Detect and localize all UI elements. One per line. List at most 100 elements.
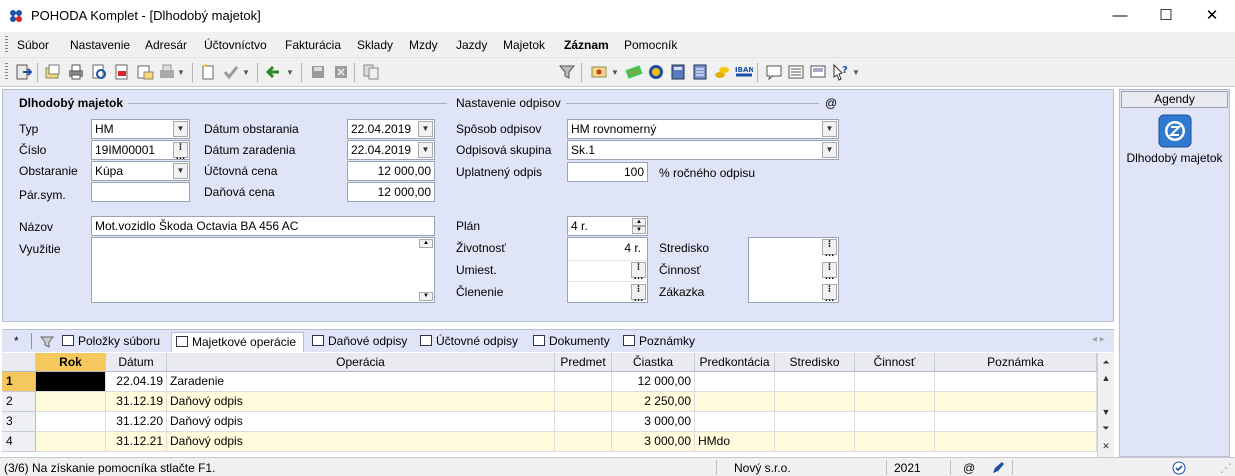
cell-poznamka[interactable]	[935, 372, 1097, 392]
menu-pomocnik[interactable]: Pomocník	[624, 38, 677, 52]
cell-predkontacia[interactable]	[695, 372, 775, 392]
tab-star[interactable]: *	[6, 332, 28, 352]
print-icon[interactable]	[67, 63, 85, 81]
copy-icon[interactable]	[362, 63, 380, 81]
cell-datum[interactable]: 31.12.20	[106, 412, 167, 432]
tab-poznamky[interactable]: Poznámky	[619, 332, 701, 352]
cell-ciastka[interactable]: 3 000,00	[612, 412, 695, 432]
menu-adresar[interactable]: Adresár	[145, 38, 187, 52]
cell-operacia[interactable]: Daňový odpis	[167, 412, 555, 432]
spin-down-icon[interactable]: ▼	[632, 226, 646, 234]
minimize-button[interactable]: —	[1097, 0, 1143, 32]
scroll-up-icon[interactable]: ▲	[1098, 371, 1114, 385]
cell-predmet[interactable]	[555, 372, 612, 392]
sposob-odpisov-select[interactable]: HM rovnomerný ▼	[567, 119, 839, 139]
cell-datum[interactable]: 22.04.19	[106, 372, 167, 392]
row-number[interactable]: 1	[2, 372, 36, 392]
cell-ciastka[interactable]: 12 000,00	[612, 372, 695, 392]
uctovna-cena-field[interactable]: 12 000,00	[347, 161, 435, 181]
cell-datum[interactable]: 31.12.19	[106, 392, 167, 412]
check-dropdown-icon[interactable]: ▼	[242, 68, 250, 77]
col-header-rok[interactable]: Rok	[36, 353, 106, 372]
spin-up-icon[interactable]: ▲	[632, 218, 646, 226]
parsym-field[interactable]	[91, 182, 190, 202]
tab-polozky-suboru[interactable]: Položky súboru	[58, 332, 170, 352]
message-icon[interactable]	[765, 63, 783, 81]
col-header-predkontacia[interactable]: Predkontácia	[695, 353, 775, 372]
euro-icon[interactable]	[647, 63, 665, 81]
cell-stredisko[interactable]	[775, 432, 855, 452]
scroll-down-icon[interactable]: ▼	[1098, 405, 1114, 419]
print-preview-icon[interactable]	[90, 63, 108, 81]
cell-cinnost[interactable]	[855, 372, 935, 392]
cell-predkontacia[interactable]	[695, 412, 775, 432]
col-header-operacia[interactable]: Operácia	[167, 353, 555, 372]
nazov-field[interactable]: Mot.vozidlo Škoda Octavia BA 456 AC	[91, 216, 435, 236]
scroll-up-icon[interactable]: ▲	[419, 239, 433, 248]
col-header-datum[interactable]: Dátum	[106, 353, 167, 372]
col-header-poznamka[interactable]: Poznámka	[935, 353, 1097, 372]
cell-predmet[interactable]	[555, 392, 612, 412]
cell-rok[interactable]	[36, 372, 106, 392]
tab-filter[interactable]	[36, 332, 56, 352]
chevron-down-icon[interactable]: ▼	[173, 121, 188, 137]
cinnost-ellipsis-icon[interactable]: ⁝…	[822, 262, 837, 282]
odpisova-skupina-select[interactable]: Sk.1 ▼	[567, 140, 839, 160]
col-header-predmet[interactable]: Predmet	[555, 353, 612, 372]
menu-jazdy[interactable]: Jazdy	[456, 38, 487, 52]
scroll-down-icon[interactable]: ▼	[419, 292, 433, 301]
cell-poznamka[interactable]	[935, 412, 1097, 432]
stredisko-cinnost-zakazka-block[interactable]: ⁝… ⁝… ⁝…	[748, 237, 839, 304]
ellipsis-icon[interactable]: ⁝…	[173, 142, 188, 159]
email-export-icon[interactable]	[136, 63, 154, 81]
cell-poznamka[interactable]	[935, 432, 1097, 452]
menu-majetok[interactable]: Majetok	[503, 38, 545, 52]
cell-stredisko[interactable]	[775, 392, 855, 412]
coins-icon[interactable]	[713, 63, 731, 81]
dlhodoby-majetok-icon[interactable]	[1158, 114, 1192, 148]
documents-icon[interactable]	[590, 63, 608, 81]
collapse-icon[interactable]: ✕	[1098, 439, 1114, 453]
exit-agenda-icon[interactable]	[14, 63, 32, 81]
status-at-icon[interactable]: @	[963, 461, 975, 475]
filter-icon[interactable]	[558, 63, 576, 81]
cell-rok[interactable]	[36, 392, 106, 412]
cell-predmet[interactable]	[555, 412, 612, 432]
cell-predkontacia[interactable]	[695, 392, 775, 412]
help-icon[interactable]: ?	[831, 63, 849, 81]
resize-grip-icon[interactable]: ⋰	[1220, 461, 1232, 475]
cell-predmet[interactable]	[555, 432, 612, 452]
back-arrow-icon[interactable]	[264, 63, 282, 81]
status-ok-icon[interactable]	[1172, 461, 1186, 476]
close-button[interactable]: ✕	[1189, 0, 1235, 32]
grid-scrollbar[interactable]: ⏶ ▲ ▼ ⏷ ✕	[1097, 353, 1114, 457]
zakazka-ellipsis-icon[interactable]: ⁝…	[822, 284, 837, 304]
row-number[interactable]: 3	[2, 412, 36, 432]
cislo-field[interactable]: 19IM00001 ⁝…	[91, 140, 190, 160]
notes-icon[interactable]	[809, 63, 827, 81]
open-icon[interactable]	[44, 63, 62, 81]
menu-zaznam[interactable]: Záznam	[564, 38, 609, 52]
cell-operacia[interactable]: Zaradenie	[167, 372, 555, 392]
chevron-down-icon[interactable]: ▼	[822, 121, 837, 137]
menu-mzdy[interactable]: Mzdy	[409, 38, 438, 52]
cancel-edit-icon[interactable]	[332, 63, 350, 81]
documents-dropdown-icon[interactable]: ▼	[611, 68, 619, 77]
tab-scroll-arrows[interactable]: ◂ ▸	[1092, 334, 1105, 345]
agendy-item-dlhodoby-majetok[interactable]: Dlhodobý majetok	[1119, 151, 1230, 165]
cell-cinnost[interactable]	[855, 392, 935, 412]
chevron-down-icon[interactable]: ▼	[822, 142, 837, 158]
clenenie-ellipsis-icon[interactable]: ⁝…	[631, 284, 646, 304]
list-icon[interactable]	[787, 63, 805, 81]
cell-rok[interactable]	[36, 412, 106, 432]
danova-cena-field[interactable]: 12 000,00	[347, 182, 435, 202]
col-header-stredisko[interactable]: Stredisko	[775, 353, 855, 372]
row-number[interactable]: 2	[2, 392, 36, 412]
fax-icon[interactable]	[158, 63, 176, 81]
cell-stredisko[interactable]	[775, 412, 855, 432]
back-dropdown-icon[interactable]: ▼	[286, 68, 294, 77]
menu-nastavenie[interactable]: Nastavenie	[70, 38, 130, 52]
chevron-down-icon[interactable]: ▼	[418, 142, 433, 158]
cell-ciastka[interactable]: 3 000,00	[612, 432, 695, 452]
tab-uctovne-odpisy[interactable]: Účtovné odpisy	[416, 332, 523, 352]
